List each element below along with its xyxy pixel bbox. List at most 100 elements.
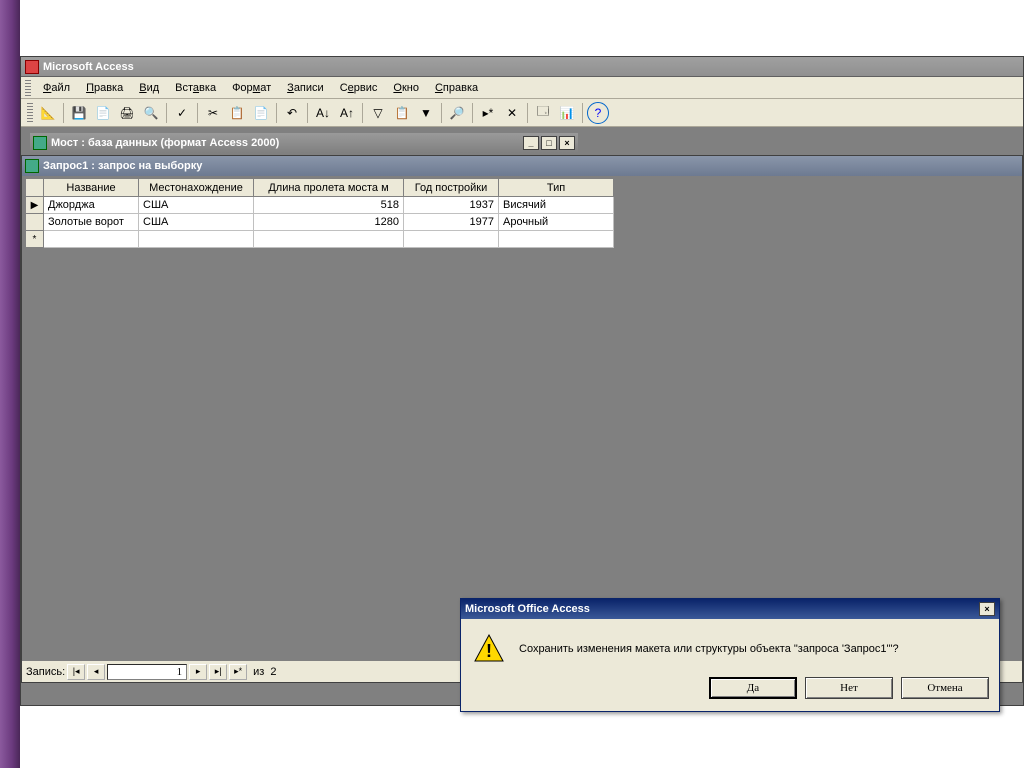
minimize-button[interactable]: _ — [523, 136, 539, 150]
save-dialog: Microsoft Office Access × ! Сохранить из… — [460, 598, 1000, 712]
row-selector[interactable]: ▶ — [26, 197, 44, 214]
cell[interactable]: Висячий — [499, 197, 614, 214]
cancel-button[interactable]: Отмена — [901, 677, 989, 699]
decorative-strip — [0, 0, 20, 768]
no-button[interactable]: Нет — [805, 677, 893, 699]
new-object-button[interactable]: 📊 — [556, 102, 578, 124]
dialog-titlebar[interactable]: Microsoft Office Access × — [461, 599, 999, 619]
separator — [472, 103, 473, 123]
apply-filter-button[interactable]: ▼ — [415, 102, 437, 124]
app-titlebar: Microsoft Access — [21, 57, 1023, 77]
find-button[interactable]: 🔎 — [446, 102, 468, 124]
cell[interactable] — [139, 231, 254, 248]
db-window-button[interactable]: 🗔 — [532, 102, 554, 124]
menu-view[interactable]: Вид — [131, 80, 167, 96]
db-window-titlebar[interactable]: Мост : база данных (формат Access 2000) … — [30, 133, 578, 153]
separator — [441, 103, 442, 123]
table-row[interactable]: ▶ Джорджа США 518 1937 Висячий — [26, 197, 614, 214]
nav-current-input[interactable] — [107, 664, 187, 680]
menu-records[interactable]: Записи — [279, 80, 332, 96]
new-row[interactable]: * — [26, 231, 614, 248]
datasheet: Название Местонахождение Длина пролета м… — [25, 178, 614, 248]
delete-record-button[interactable]: ✕ — [501, 102, 523, 124]
cell[interactable]: 1977 — [404, 214, 499, 231]
menu-edit[interactable]: Правка — [78, 80, 131, 96]
db-window[interactable]: Мост : база данных (формат Access 2000) … — [29, 132, 579, 154]
cut-button[interactable]: ✂ — [202, 102, 224, 124]
save-button[interactable]: 💾 — [68, 102, 90, 124]
dialog-title: Microsoft Office Access — [465, 603, 590, 615]
cell[interactable] — [499, 231, 614, 248]
cell[interactable]: Арочный — [499, 214, 614, 231]
menu-window[interactable]: Окно — [385, 80, 427, 96]
row-selector[interactable] — [26, 214, 44, 231]
cell[interactable]: США — [139, 214, 254, 231]
data-grid[interactable]: Название Местонахождение Длина пролета м… — [25, 178, 614, 248]
help-button[interactable]: ? — [587, 102, 609, 124]
yes-button[interactable]: Да — [709, 677, 797, 699]
query-icon — [25, 159, 39, 173]
new-record-button[interactable]: ▸* — [477, 102, 499, 124]
nav-last-button[interactable]: ▸| — [209, 664, 227, 680]
cell[interactable] — [404, 231, 499, 248]
nav-next-button[interactable]: ▸ — [189, 664, 207, 680]
cell[interactable]: 518 — [254, 197, 404, 214]
menu-format[interactable]: Формат — [224, 80, 279, 96]
dialog-close-button[interactable]: × — [979, 602, 995, 616]
filter-form-button[interactable]: 📋 — [391, 102, 413, 124]
separator — [63, 103, 64, 123]
query-window-titlebar[interactable]: Запрос1 : запрос на выборку — [22, 156, 1022, 176]
paste-button[interactable]: 📄 — [250, 102, 272, 124]
query-window-title: Запрос1 : запрос на выборку — [43, 160, 202, 172]
separator — [307, 103, 308, 123]
copy-button[interactable]: 📋 — [226, 102, 248, 124]
dialog-body: ! Сохранить изменения макета или структу… — [461, 619, 999, 673]
cell[interactable] — [44, 231, 139, 248]
nav-prev-button[interactable]: ◂ — [87, 664, 105, 680]
new-row-selector[interactable]: * — [26, 231, 44, 248]
svg-text:!: ! — [486, 641, 492, 661]
view-button[interactable]: 📐 — [37, 102, 59, 124]
nav-of-label: из — [253, 666, 264, 678]
cell[interactable] — [254, 231, 404, 248]
print-preview-button[interactable]: 🔍 — [140, 102, 162, 124]
cell[interactable]: Золотые ворот — [44, 214, 139, 231]
table-row[interactable]: Золотые ворот США 1280 1977 Арочный — [26, 214, 614, 231]
col-header[interactable]: Местонахождение — [139, 179, 254, 197]
cell[interactable]: 1937 — [404, 197, 499, 214]
menubar-grip[interactable] — [25, 80, 31, 96]
col-header[interactable]: Длина пролета моста м — [254, 179, 404, 197]
cell[interactable]: Джорджа — [44, 197, 139, 214]
filter-selection-button[interactable]: ▽ — [367, 102, 389, 124]
db-window-title: Мост : база данных (формат Access 2000) — [51, 137, 279, 149]
sort-asc-button[interactable]: A↓ — [312, 102, 334, 124]
select-all-corner[interactable] — [26, 179, 44, 197]
maximize-button[interactable]: □ — [541, 136, 557, 150]
separator — [166, 103, 167, 123]
col-header[interactable]: Тип — [499, 179, 614, 197]
print-button[interactable]: 🖨 — [116, 102, 138, 124]
access-key-icon — [25, 60, 39, 74]
nav-label: Запись: — [26, 666, 65, 678]
separator — [582, 103, 583, 123]
separator — [362, 103, 363, 123]
header-row: Название Местонахождение Длина пролета м… — [26, 179, 614, 197]
export-button[interactable]: 📄 — [92, 102, 114, 124]
undo-button[interactable]: ↶ — [281, 102, 303, 124]
col-header[interactable]: Год постройки — [404, 179, 499, 197]
spellcheck-button[interactable]: ✓ — [171, 102, 193, 124]
menu-help[interactable]: Справка — [427, 80, 486, 96]
col-header[interactable]: Название — [44, 179, 139, 197]
menu-file[interactable]: Файл — [35, 80, 78, 96]
toolbar-grip[interactable] — [27, 103, 33, 123]
close-button[interactable]: × — [559, 136, 575, 150]
cell[interactable]: 1280 — [254, 214, 404, 231]
cell[interactable]: США — [139, 197, 254, 214]
nav-new-button[interactable]: ▸* — [229, 664, 247, 680]
app-title: Microsoft Access — [43, 61, 134, 73]
separator — [527, 103, 528, 123]
sort-desc-button[interactable]: A↑ — [336, 102, 358, 124]
menu-tools[interactable]: Сервис — [332, 80, 386, 96]
nav-first-button[interactable]: |◂ — [67, 664, 85, 680]
menu-insert[interactable]: Вставка — [167, 80, 224, 96]
